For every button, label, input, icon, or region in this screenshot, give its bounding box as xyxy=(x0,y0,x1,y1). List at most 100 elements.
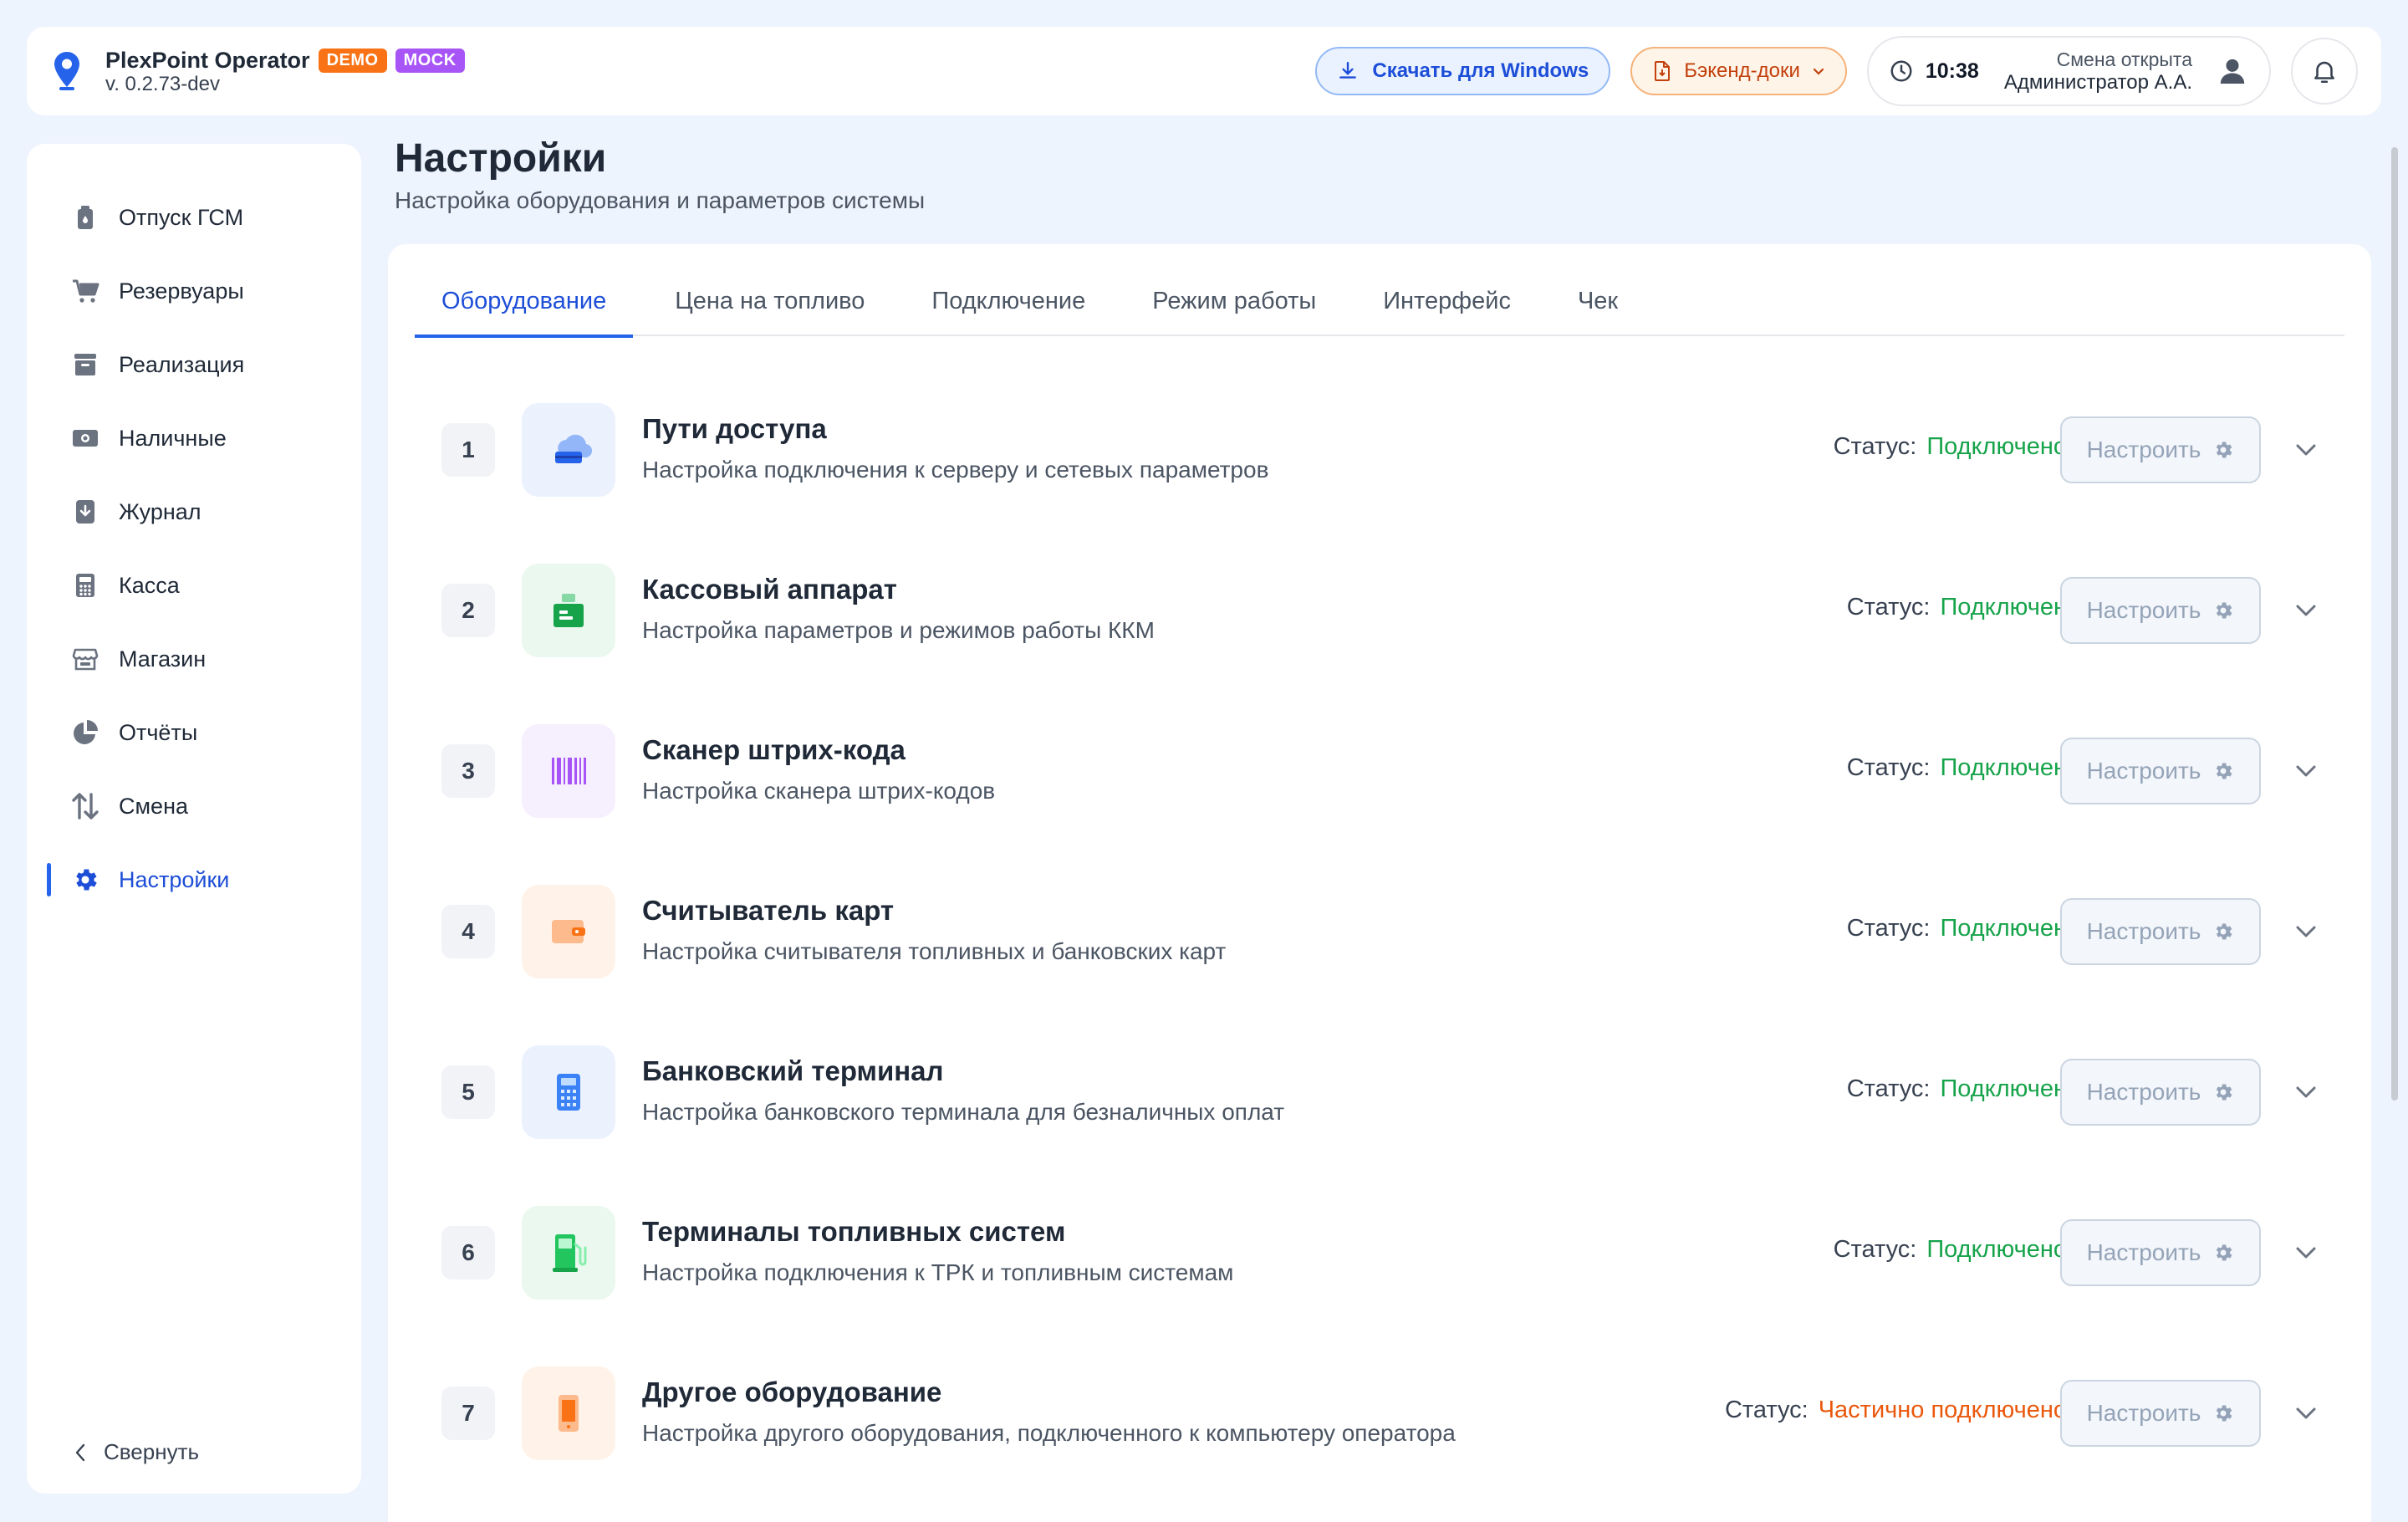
sidebar-item-store[interactable]: Магазин xyxy=(27,622,361,696)
sidebar-nav: Отпуск ГСМ Резервуары Реализация Наличны… xyxy=(27,181,361,917)
configure-label: Настроить xyxy=(2086,918,2201,944)
equipment-row-fuel-terminals[interactable]: 6 Терминалы топливных систем Настройка п… xyxy=(388,1199,2371,1360)
current-time: 10:38 xyxy=(1925,59,1979,83)
page-title: Настройки xyxy=(395,136,607,181)
sidebar-item-label: Касса xyxy=(119,572,180,598)
mock-badge: MOCK xyxy=(395,48,465,73)
sidebar-item-label: Журнал xyxy=(119,498,202,524)
expand-chevron-icon[interactable] xyxy=(2286,590,2326,631)
download-windows-button[interactable]: Скачать для Windows xyxy=(1315,47,1611,95)
row-status: Статус: Подключено xyxy=(1834,1236,2067,1264)
download-icon xyxy=(1339,62,1357,79)
calculator-icon xyxy=(70,570,100,600)
expand-chevron-icon[interactable] xyxy=(2286,1072,2326,1112)
clock-icon xyxy=(1890,60,1912,82)
status-prefix: Статус: xyxy=(1724,1397,1809,1423)
tab-fuel-price[interactable]: Цена на топливо xyxy=(648,283,891,336)
user-avatar-icon xyxy=(2214,53,2251,89)
tab-interface[interactable]: Интерфейс xyxy=(1356,283,1538,336)
cash-icon xyxy=(70,423,100,453)
equipment-row-cash-register[interactable]: 2 Кассовый аппарат Настройка параметров … xyxy=(388,557,2371,718)
status-prefix: Статус: xyxy=(1833,1236,1917,1263)
fuel-canister-icon xyxy=(70,202,100,232)
row-number: 2 xyxy=(441,584,495,637)
pos-terminal-icon xyxy=(522,1045,615,1139)
equipment-row-other[interactable]: 7 Другое оборудование Настройка другого … xyxy=(388,1360,2371,1520)
row-description: Настройка банковского терминала для безн… xyxy=(642,1099,1285,1125)
row-description: Настройка подключения к ТРК и топливным … xyxy=(642,1259,1234,1285)
row-status: Статус: Подключен xyxy=(1847,594,2067,621)
expand-chevron-icon[interactable] xyxy=(2286,912,2326,952)
equipment-row-card-reader[interactable]: 4 Считыватель карт Настройка считывателя… xyxy=(388,878,2371,1039)
equipment-row-barcode-scanner[interactable]: 3 Сканер штрих-кода Настройка сканера шт… xyxy=(388,718,2371,878)
row-number: 1 xyxy=(441,423,495,477)
configure-button[interactable]: Настроить xyxy=(2060,738,2261,804)
sidebar-item-sales[interactable]: Реализация xyxy=(27,328,361,401)
status-value: Подключен xyxy=(1940,754,2067,781)
expand-chevron-icon[interactable] xyxy=(2286,751,2326,791)
row-title: Кассовый аппарат xyxy=(642,574,897,605)
expand-chevron-icon[interactable] xyxy=(2286,1233,2326,1273)
gear-icon xyxy=(2217,1244,2232,1261)
chevron-down-icon xyxy=(1813,68,1824,75)
page-scrollbar[interactable] xyxy=(2391,147,2398,1101)
gear-icon xyxy=(2217,1084,2232,1101)
configure-button[interactable]: Настроить xyxy=(2060,1219,2261,1286)
configure-button[interactable]: Настроить xyxy=(2060,416,2261,483)
status-value: Подключен xyxy=(1940,594,2067,621)
status-value: Подключен xyxy=(1940,1075,2067,1102)
tab-work-mode[interactable]: Режим работы xyxy=(1125,283,1343,336)
row-description: Настройка параметров и режимов работы КК… xyxy=(642,617,1155,643)
cart-icon xyxy=(70,276,100,306)
gear-icon xyxy=(2217,602,2232,619)
sidebar-item-journal[interactable]: Журнал xyxy=(27,475,361,549)
tab-connection[interactable]: Подключение xyxy=(905,283,1112,336)
sidebar-item-label: Магазин xyxy=(119,646,207,672)
row-title: Банковский терминал xyxy=(642,1055,944,1086)
configure-label: Настроить xyxy=(2086,597,2201,623)
smartphone-icon xyxy=(522,1366,615,1460)
sidebar-item-label: Наличные xyxy=(119,425,227,451)
row-description: Настройка подключения к серверу и сетевы… xyxy=(642,457,1269,483)
tab-equipment[interactable]: Оборудование xyxy=(415,283,634,338)
sidebar-item-label: Отпуск ГСМ xyxy=(119,204,244,230)
expand-chevron-icon[interactable] xyxy=(2286,430,2326,470)
configure-button[interactable]: Настроить xyxy=(2060,577,2261,644)
collapse-sidebar-button[interactable]: Свернуть xyxy=(74,1439,199,1465)
row-status: Статус: Подключен xyxy=(1847,754,2067,782)
sidebar-item-reports[interactable]: Отчёты xyxy=(27,696,361,769)
equipment-row-bank-terminal[interactable]: 5 Банковский терминал Настройка банковск… xyxy=(388,1039,2371,1199)
equipment-row-access-paths[interactable]: 1 Пути доступа Настройка подключения к с… xyxy=(388,396,2371,557)
row-description: Настройка считывателя топливных и банков… xyxy=(642,938,1227,964)
configure-button[interactable]: Настроить xyxy=(2060,898,2261,965)
sidebar: Отпуск ГСМ Резервуары Реализация Наличны… xyxy=(27,144,361,1494)
tab-receipt[interactable]: Чек xyxy=(1551,283,1645,336)
sidebar-item-cash[interactable]: Наличные xyxy=(27,401,361,475)
gear-icon xyxy=(2217,923,2232,940)
download-windows-label: Скачать для Windows xyxy=(1372,59,1589,82)
configure-button[interactable]: Настроить xyxy=(2060,1059,2261,1126)
sidebar-item-shift[interactable]: Смена xyxy=(27,769,361,843)
equipment-list: 1 Пути доступа Настройка подключения к с… xyxy=(388,396,2371,1520)
wallet-icon xyxy=(522,885,615,978)
status-value: Подключен xyxy=(1940,915,2067,942)
sidebar-item-cashdesk[interactable]: Касса xyxy=(27,549,361,622)
brand: PlexPoint Operator DEMO MOCK v. 0.2.73-d… xyxy=(105,48,465,95)
status-prefix: Статус: xyxy=(1846,754,1931,781)
shift-info-box[interactable]: 10:38 Смена открыта Администратор А.А. xyxy=(1866,36,2271,106)
configure-button[interactable]: Настроить xyxy=(2060,1380,2261,1447)
row-number: 4 xyxy=(441,905,495,958)
backend-docs-label: Бэкенд-доки xyxy=(1684,59,1800,82)
sidebar-item-tanks[interactable]: Резервуары xyxy=(27,254,361,328)
demo-badge: DEMO xyxy=(318,48,387,73)
expand-chevron-icon[interactable] xyxy=(2286,1393,2326,1433)
backend-docs-dropdown[interactable]: Бэкенд-доки xyxy=(1630,47,1847,95)
status-prefix: Статус: xyxy=(1846,1075,1931,1102)
notifications-button[interactable] xyxy=(2291,38,2358,105)
row-title: Пути доступа xyxy=(642,413,827,444)
sidebar-item-settings[interactable]: Настройки xyxy=(27,843,361,917)
sidebar-item-fuel-dispense[interactable]: Отпуск ГСМ xyxy=(27,181,361,254)
row-title: Терминалы топливных систем xyxy=(642,1216,1066,1247)
cloud-server-icon xyxy=(522,403,615,497)
page-subtitle: Настройка оборудования и параметров сист… xyxy=(395,187,926,213)
